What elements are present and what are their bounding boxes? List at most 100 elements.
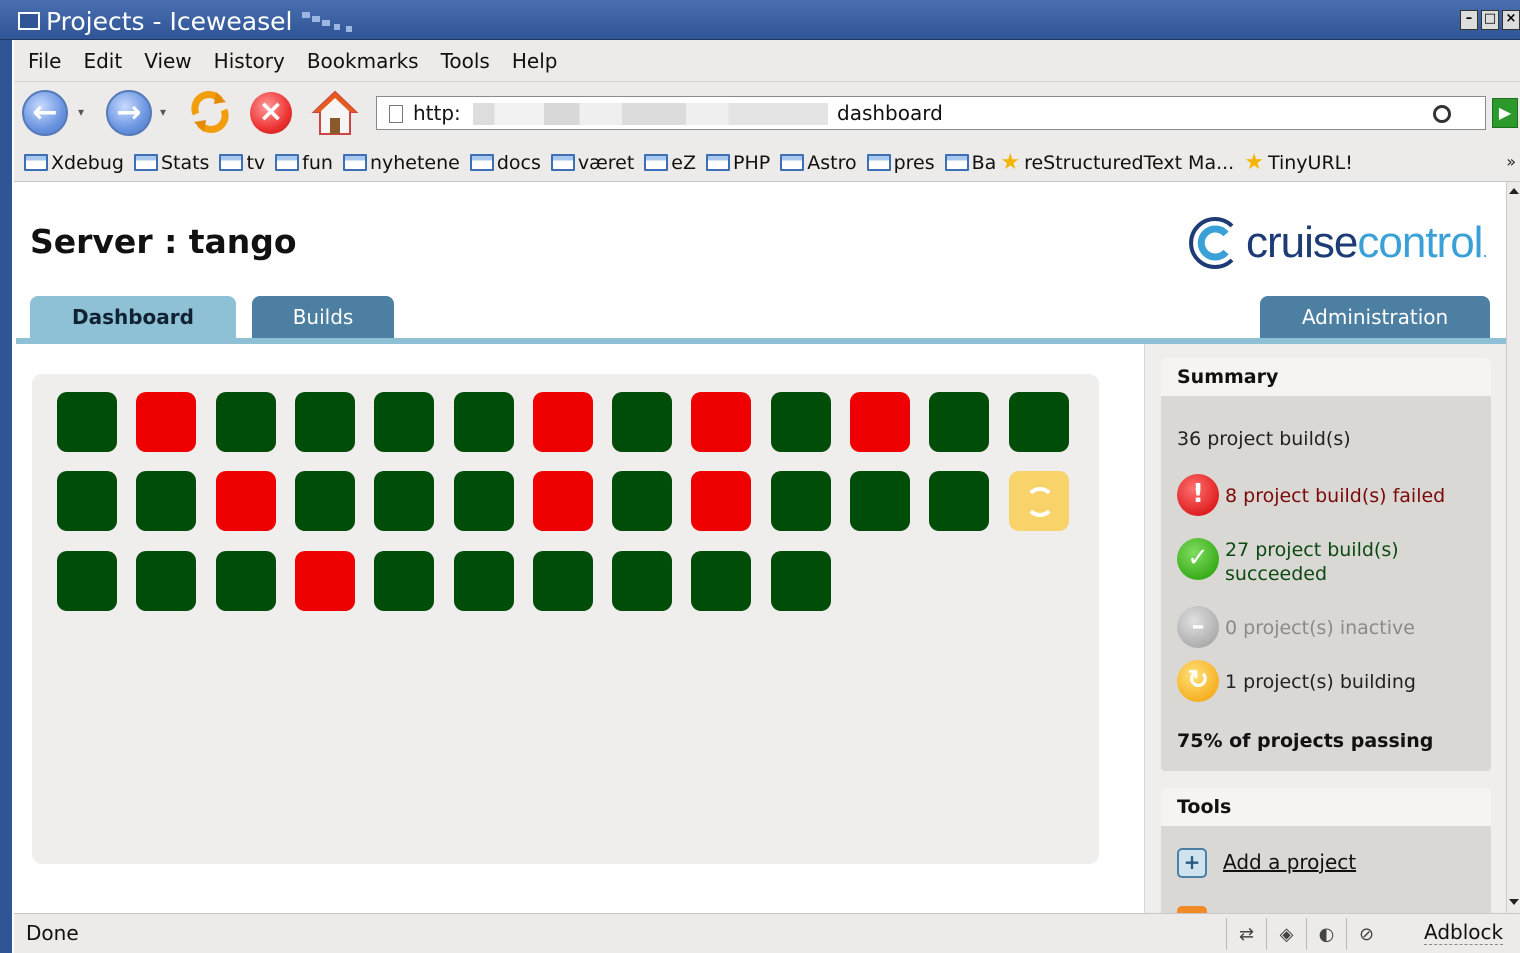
scroll-up-arrow-icon[interactable] [1509, 188, 1519, 194]
menu-view[interactable]: View [144, 49, 191, 73]
bookmark-folder[interactable]: pres [866, 152, 935, 174]
project-tile-fail[interactable] [850, 392, 910, 452]
forward-history-dropdown[interactable]: ▾ [160, 105, 166, 119]
project-tile-pass[interactable] [612, 551, 672, 611]
bookmark-folder[interactable]: nyhetene [342, 151, 460, 174]
menu-file[interactable]: File [28, 49, 61, 73]
project-tile-pass[interactable] [57, 471, 117, 531]
project-tile-pass[interactable] [850, 471, 910, 531]
bookmark-label: nyhetene [369, 151, 460, 174]
project-tile-fail[interactable] [533, 392, 593, 452]
scroll-down-arrow-icon[interactable] [1509, 899, 1519, 905]
project-tile-fail[interactable] [295, 551, 355, 611]
bookmark-label: Xdebug [51, 151, 124, 174]
sync-icon[interactable]: ◐ [1306, 918, 1346, 950]
project-tile-pass[interactable] [454, 471, 514, 531]
project-tile-pass[interactable] [57, 392, 117, 452]
tab-administration[interactable]: Administration [1260, 296, 1490, 338]
project-tile-pass[interactable] [374, 471, 434, 531]
project-tile-pass[interactable] [771, 551, 831, 611]
project-tile-building[interactable] [1009, 471, 1069, 531]
project-tile-fail[interactable] [691, 471, 751, 531]
tab-builds[interactable]: Builds [252, 296, 394, 338]
home-icon[interactable] [310, 88, 360, 138]
bookmark-label: fun [302, 151, 333, 174]
project-tile-pass[interactable] [454, 551, 514, 611]
network-icon[interactable]: ⇄ [1226, 918, 1266, 950]
project-tile-pass[interactable] [771, 392, 831, 452]
maximize-button[interactable]: □ [1481, 10, 1499, 30]
project-tile-pass[interactable] [612, 471, 672, 531]
forward-button[interactable]: → [106, 90, 152, 136]
project-tile-pass[interactable] [612, 392, 672, 452]
project-tile-pass[interactable] [57, 551, 117, 611]
bookmark-folder[interactable]: Xdebug [24, 152, 124, 174]
page-title: Server : tango [30, 222, 297, 261]
project-tile-pass[interactable] [136, 551, 196, 611]
navigation-toolbar: ← ▾ → ▾ × http: dashboard ▶ [14, 82, 1520, 144]
bookmark-folder[interactable]: PHP [706, 152, 770, 174]
project-tile-pass[interactable] [454, 392, 514, 452]
rss-icon[interactable] [1177, 906, 1207, 913]
project-tile-pass[interactable] [771, 471, 831, 531]
summary-inactive: 0 project(s) inactive [1225, 617, 1415, 639]
project-tile-pass[interactable] [136, 471, 196, 531]
bookmark-folder[interactable]: docs [469, 152, 541, 174]
adblock-button[interactable]: Adblock [1424, 920, 1504, 945]
project-tile-pass[interactable] [295, 392, 355, 452]
project-tile-pass[interactable] [374, 392, 434, 452]
project-tile-fail[interactable] [691, 392, 751, 452]
close-button[interactable]: × [1502, 10, 1520, 30]
window-border [0, 40, 14, 953]
bookmark-label: PHP [733, 151, 771, 174]
project-tile-fail[interactable] [533, 471, 593, 531]
project-tile-pass[interactable] [691, 551, 751, 611]
bookmark-folder[interactable]: Stats [133, 152, 209, 174]
menu-edit[interactable]: Edit [83, 49, 122, 73]
tab-dashboard[interactable]: Dashboard [30, 296, 236, 338]
menu-bookmarks[interactable]: Bookmarks [307, 49, 419, 73]
bookmark-folder[interactable]: været [550, 152, 634, 174]
menu-tools[interactable]: Tools [441, 49, 490, 73]
reload-icon[interactable] [186, 88, 234, 136]
bookmark-folder[interactable]: Ba [944, 152, 996, 174]
go-button[interactable]: ▶ [1492, 98, 1518, 128]
stop-button[interactable]: × [250, 92, 292, 134]
project-tile-pass[interactable] [1009, 392, 1069, 452]
project-tile-pass[interactable] [295, 471, 355, 531]
disabled-icon[interactable]: ⊘ [1346, 918, 1386, 950]
project-tile-pass[interactable] [374, 551, 434, 611]
bookmark-folder[interactable]: fun [275, 152, 333, 174]
back-history-dropdown[interactable]: ▾ [78, 105, 84, 119]
folder-icon [780, 154, 805, 171]
bookmarks-overflow-chevron-icon[interactable]: » [1506, 152, 1516, 171]
project-tile-pass[interactable] [929, 471, 989, 531]
url-suffix: dashboard [837, 101, 943, 125]
bookmark-link[interactable]: ★ reStructuredText Ma... [1000, 150, 1234, 175]
bookmark-link[interactable]: ★ TinyURL! [1244, 150, 1353, 175]
star-icon: ★ [1000, 150, 1021, 175]
menu-help[interactable]: Help [512, 49, 558, 73]
feed-icon[interactable] [1433, 105, 1451, 123]
vertical-scrollbar[interactable] [1506, 182, 1520, 913]
folder-icon [944, 154, 969, 171]
menu-history[interactable]: History [214, 49, 285, 73]
extension-icon[interactable]: ◈ [1266, 918, 1306, 950]
minimize-button[interactable]: – [1460, 10, 1478, 30]
back-button[interactable]: ← [22, 90, 68, 136]
bookmark-folder[interactable]: tv [219, 152, 265, 174]
url-bar[interactable]: http: dashboard [376, 96, 1486, 130]
add-project-icon[interactable]: + [1177, 848, 1207, 878]
project-tile-pass[interactable] [533, 551, 593, 611]
window-menu-icon[interactable] [18, 12, 40, 30]
project-tile-fail[interactable] [136, 392, 196, 452]
project-tile-pass[interactable] [216, 392, 276, 452]
folder-icon [342, 154, 367, 171]
project-tiles-panel [32, 374, 1099, 864]
project-tile-fail[interactable] [216, 471, 276, 531]
project-tile-pass[interactable] [216, 551, 276, 611]
project-tile-pass[interactable] [929, 392, 989, 452]
bookmark-folder[interactable]: eZ [644, 152, 696, 174]
add-project-link[interactable]: Add a project [1223, 850, 1356, 874]
bookmark-folder[interactable]: Astro [780, 152, 857, 174]
